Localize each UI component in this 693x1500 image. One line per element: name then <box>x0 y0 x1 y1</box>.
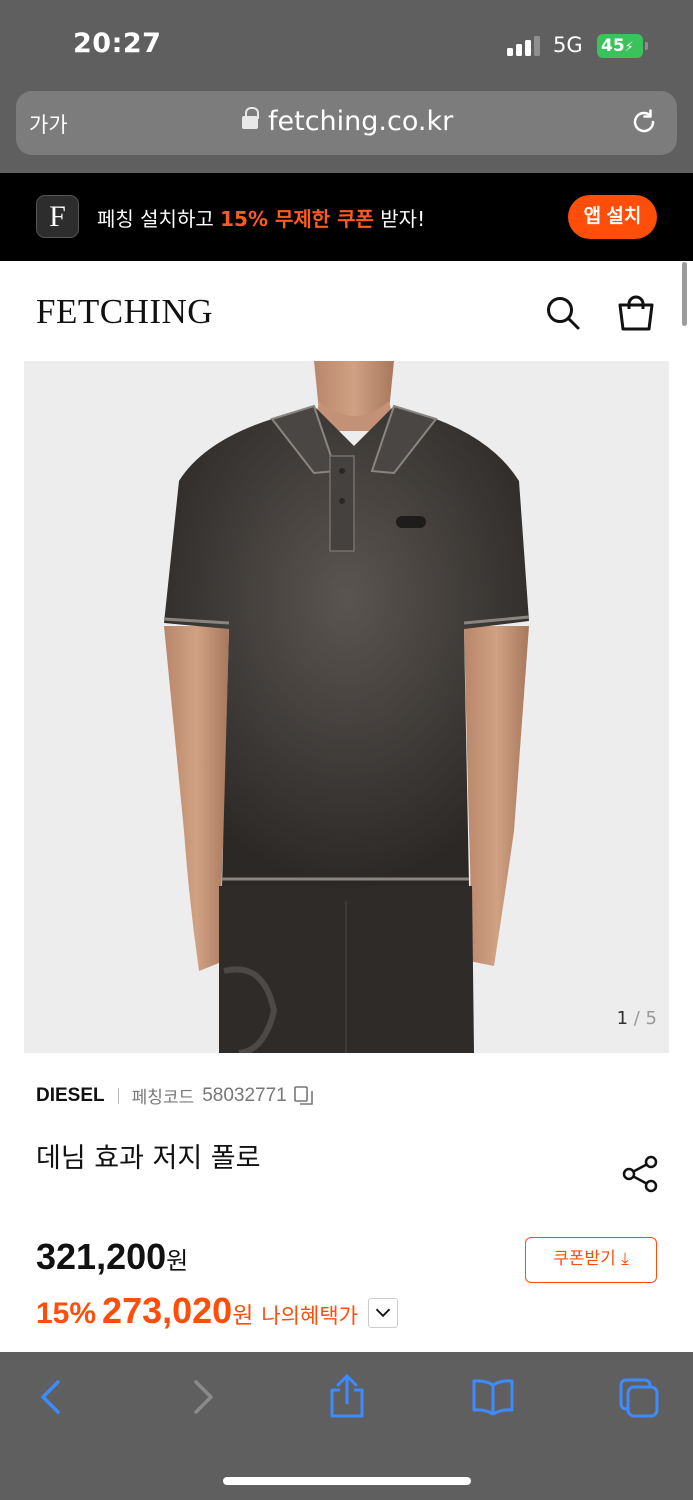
banner-text-before: 페칭 설치하고 <box>97 207 221 231</box>
sale-price-row: 15% 273,020 원 나의혜택가 <box>36 1290 398 1332</box>
product-photo <box>163 361 530 1053</box>
original-price-value: 321,200 <box>36 1236 167 1277</box>
download-icon: ⤓ <box>621 1249 629 1269</box>
sale-price: 273,020 <box>102 1290 233 1331</box>
site-logo[interactable]: FETCHING <box>36 292 213 332</box>
battery-level: 45 <box>601 36 625 56</box>
network-label: 5G <box>553 33 583 57</box>
bookmarks-icon[interactable] <box>471 1377 515 1417</box>
image-counter: 1 / 5 <box>617 1008 657 1029</box>
url-text: fetching.co.kr <box>268 106 454 137</box>
sale-currency: 원 <box>232 1303 254 1329</box>
product-image[interactable]: 1 / 5 <box>24 361 669 1053</box>
page-scrollbar[interactable] <box>682 262 687 326</box>
fetching-app-icon: F <box>36 195 79 238</box>
status-time: 20:27 <box>73 28 162 59</box>
reload-icon[interactable] <box>629 107 659 137</box>
app-install-button[interactable]: 앱 설치 <box>568 195 657 239</box>
product-title: 데님 효과 저지 폴로 <box>36 1143 261 1174</box>
url-display[interactable]: fetching.co.kr <box>242 106 453 137</box>
shopping-bag-icon[interactable] <box>617 295 655 331</box>
banner-text: 페칭 설치하고 15% 무제한 쿠폰 받자! <box>97 203 425 232</box>
brand-row: DIESEL 페칭코드 58032771 <box>36 1083 315 1108</box>
share-icon[interactable] <box>621 1154 659 1194</box>
brand-name[interactable]: DIESEL <box>36 1085 105 1107</box>
coupon-label: 쿠폰받기 <box>553 1249 616 1269</box>
banner-text-after: 받자! <box>373 207 426 231</box>
address-bar[interactable]: 가가 fetching.co.kr <box>16 91 677 155</box>
tabs-icon[interactable] <box>618 1377 660 1419</box>
battery-icon: 45⚡ <box>597 34 648 58</box>
lock-icon <box>242 106 259 131</box>
divider <box>117 1087 119 1104</box>
currency-label: 원 <box>166 1247 189 1275</box>
banner-highlight: 15% 무제한 쿠폰 <box>220 207 374 231</box>
browser-chrome: 20:27 5G 45⚡ 가가 fetching.co.kr <box>0 0 693 173</box>
forward-icon[interactable] <box>182 1377 222 1417</box>
text-size-button[interactable]: 가가 <box>29 109 68 139</box>
image-counter-total: 5 <box>645 1008 657 1029</box>
original-price: 321,200원 <box>36 1236 188 1278</box>
search-icon[interactable] <box>545 295 581 331</box>
copy-icon[interactable] <box>293 1085 315 1107</box>
signal-icon <box>507 36 541 56</box>
share-sheet-icon[interactable] <box>326 1374 368 1420</box>
image-counter-separator: / <box>628 1008 646 1029</box>
product-code-label: 페칭코드 <box>131 1088 195 1108</box>
home-indicator[interactable] <box>223 1477 471 1485</box>
discount-percent: 15% <box>36 1297 97 1330</box>
chevron-down-icon[interactable] <box>367 1298 398 1328</box>
image-counter-current: 1 <box>616 1008 629 1029</box>
back-icon[interactable] <box>32 1377 72 1417</box>
get-coupon-button[interactable]: 쿠폰받기 ⤓ <box>525 1237 657 1283</box>
product-code: 58032771 <box>202 1084 287 1106</box>
my-benefit-label: 나의혜택가 <box>261 1304 358 1328</box>
